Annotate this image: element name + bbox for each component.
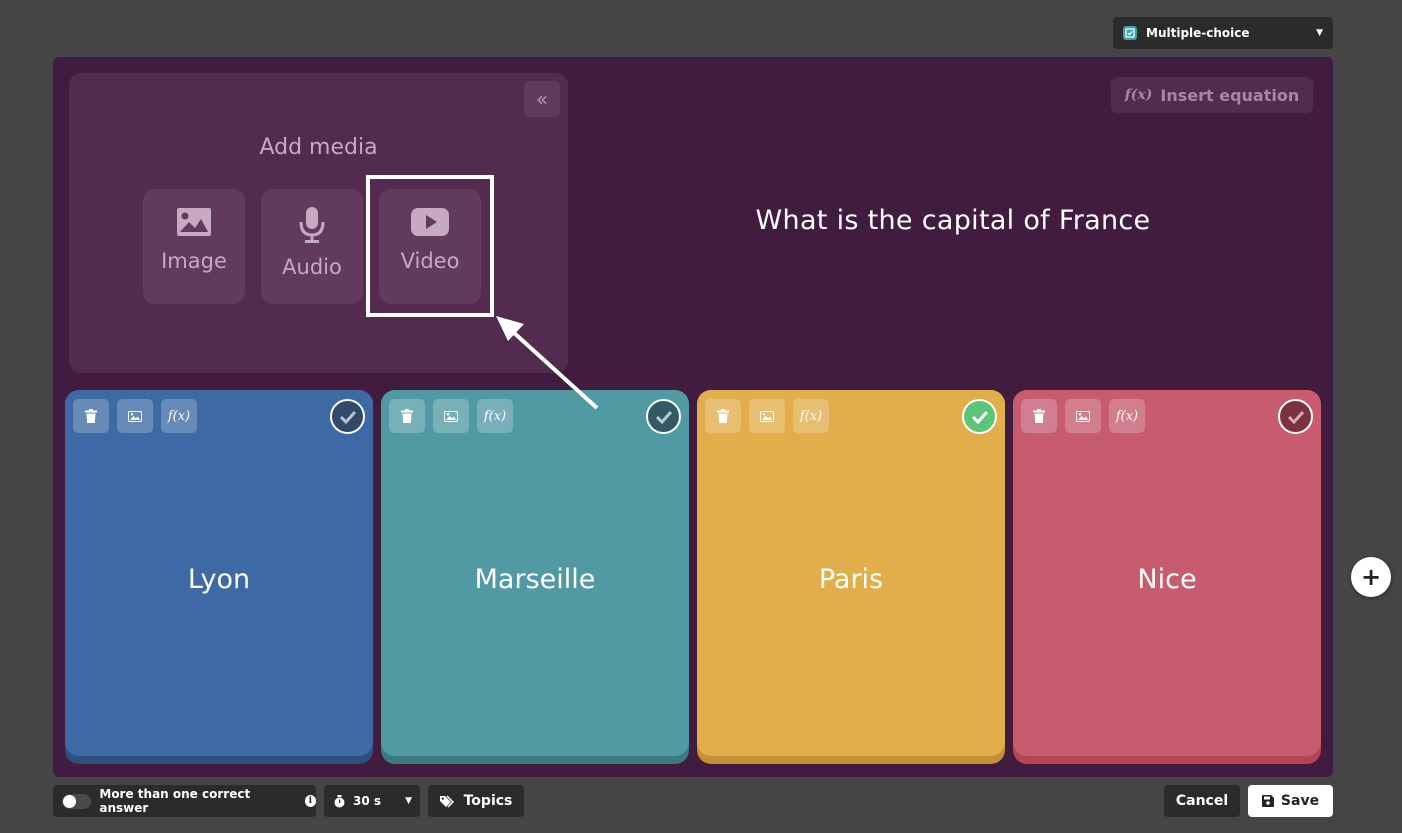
tags-icon [439, 795, 454, 807]
image-icon [1076, 410, 1090, 422]
topics-label: Topics [463, 793, 513, 809]
answer-option-3: f(x) Paris [697, 390, 1005, 764]
cancel-button[interactable]: Cancel [1164, 785, 1240, 817]
cancel-label: Cancel [1175, 793, 1229, 809]
save-label: Save [1280, 793, 1320, 809]
collapse-media-button[interactable]: « [524, 81, 560, 117]
add-audio-button[interactable]: Audio [261, 189, 363, 304]
add-media-title: Add media [259, 135, 378, 160]
function-icon: f(x) [1115, 408, 1139, 424]
function-icon: f(x) [167, 408, 191, 424]
stopwatch-icon [334, 794, 345, 807]
caret-down-icon: ▼ [405, 796, 412, 806]
add-answer-image-button[interactable] [749, 399, 785, 433]
microphone-icon [299, 207, 325, 243]
answer-text[interactable]: Marseille [381, 564, 689, 595]
answer-text[interactable]: Lyon [65, 564, 373, 595]
trash-icon [1033, 409, 1045, 423]
question-type-label: Multiple-choice [1146, 26, 1250, 40]
double-chevron-left-icon: « [535, 87, 549, 111]
multiple-correct-toggle[interactable]: More than one correct answer i [53, 785, 316, 817]
multiple-correct-label: More than one correct answer [99, 787, 251, 815]
trash-icon [717, 409, 729, 423]
add-answer-button[interactable]: + [1351, 557, 1391, 597]
timer-dropdown[interactable]: 30 s ▼ [324, 785, 420, 817]
answer-option-4: f(x) Nice [1013, 390, 1321, 764]
toggle-switch[interactable] [62, 793, 92, 809]
image-icon [128, 410, 142, 422]
floppy-disk-icon [1261, 795, 1274, 807]
plus-icon: + [1360, 563, 1382, 591]
add-answer-image-button[interactable] [1065, 399, 1101, 433]
trash-icon [85, 409, 97, 423]
mark-correct-toggle[interactable] [1278, 399, 1313, 434]
answer-equation-button[interactable]: f(x) [1109, 399, 1145, 433]
function-icon: f(x) [483, 408, 507, 424]
image-icon [177, 208, 211, 236]
add-media-panel: « Add media Image Audio Video [69, 73, 568, 373]
image-icon [760, 410, 774, 422]
answer-option-2: f(x) Marseille [381, 390, 689, 764]
image-icon [444, 410, 458, 422]
caret-down-icon: ▼ [1316, 28, 1323, 38]
answer-face: f(x) Marseille [381, 390, 689, 756]
info-icon[interactable]: i [304, 795, 316, 807]
function-icon: f(x) [799, 408, 823, 424]
answer-equation-button[interactable]: f(x) [477, 399, 513, 433]
delete-answer-button[interactable] [73, 399, 109, 433]
mark-correct-toggle[interactable] [330, 399, 365, 434]
answer-face: f(x) Nice [1013, 390, 1321, 756]
delete-answer-button[interactable] [1021, 399, 1057, 433]
function-icon: f(x) [1124, 87, 1153, 103]
checkmark-icon [971, 410, 988, 424]
topics-button[interactable]: Topics [428, 785, 524, 817]
checkmark-icon [655, 410, 672, 424]
save-button[interactable]: Save [1248, 785, 1333, 817]
question-editor: « Add media Image Audio Video f(x) Inser… [53, 57, 1333, 777]
answer-text[interactable]: Nice [1013, 564, 1321, 595]
audio-label: Audio [282, 255, 342, 279]
checkbox-icon [1123, 26, 1137, 40]
question-type-dropdown[interactable]: Multiple-choice ▼ [1113, 17, 1333, 49]
answer-face: f(x) Lyon [65, 390, 373, 756]
answer-equation-button[interactable]: f(x) [161, 399, 197, 433]
insert-equation-button[interactable]: f(x) Insert equation [1111, 77, 1313, 113]
answer-face: f(x) Paris [697, 390, 1005, 756]
add-answer-image-button[interactable] [117, 399, 153, 433]
checkmark-icon [339, 410, 356, 424]
answer-text[interactable]: Paris [697, 564, 1005, 595]
answer-option-1: f(x) Lyon [65, 390, 373, 764]
mark-correct-toggle[interactable] [962, 399, 997, 434]
question-text[interactable]: What is the capital of France [593, 205, 1313, 236]
add-answer-image-button[interactable] [433, 399, 469, 433]
delete-answer-button[interactable] [389, 399, 425, 433]
insert-equation-label: Insert equation [1160, 85, 1300, 105]
image-label: Image [161, 249, 227, 273]
timer-value: 30 s [353, 794, 382, 808]
add-image-button[interactable]: Image [143, 189, 245, 304]
answer-equation-button[interactable]: f(x) [793, 399, 829, 433]
delete-answer-button[interactable] [705, 399, 741, 433]
mark-correct-toggle[interactable] [646, 399, 681, 434]
video-highlight-box [366, 175, 494, 317]
checkmark-icon [1287, 410, 1304, 424]
trash-icon [401, 409, 413, 423]
